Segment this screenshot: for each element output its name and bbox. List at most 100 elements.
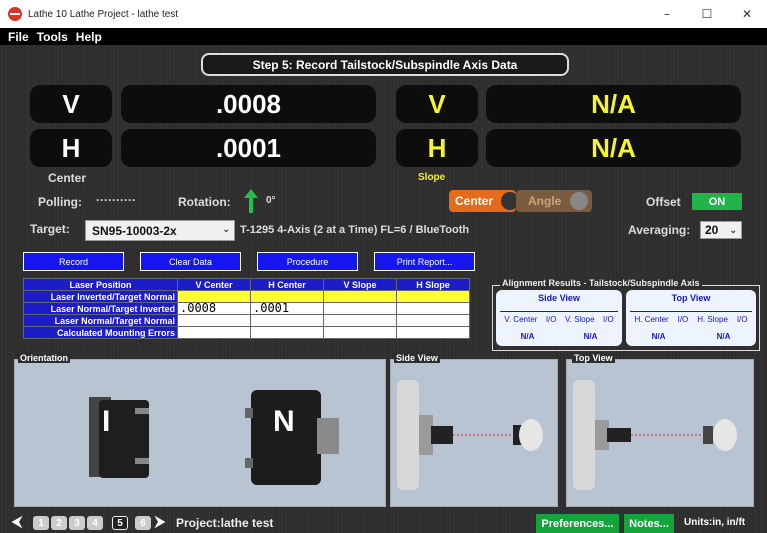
- app-logo-icon: [8, 7, 22, 21]
- angle-toggle-knob: [570, 192, 588, 210]
- minimize-button[interactable]: –: [647, 0, 687, 28]
- back-arrow-icon[interactable]: ⮜: [12, 514, 22, 530]
- record-button[interactable]: Record: [23, 252, 124, 271]
- v-center-label: V: [30, 85, 112, 123]
- menu-tools[interactable]: Tools: [37, 30, 68, 44]
- table-row[interactable]: Calculated Mounting Errors: [23, 326, 470, 339]
- table-header: H Slope: [396, 278, 470, 291]
- h-slope-result: N/A: [716, 332, 731, 341]
- table-cell: [396, 326, 470, 339]
- preferences-button[interactable]: Preferences...: [536, 514, 619, 533]
- column-label: V. Slope: [565, 315, 595, 324]
- chevron-down-icon: ⌄: [222, 224, 230, 234]
- rotation-value: 0°: [266, 195, 276, 206]
- close-button[interactable]: ✕: [727, 0, 767, 28]
- side-view-panel: [390, 359, 558, 507]
- angle-mode-button[interactable]: Angle: [516, 190, 592, 212]
- table-cell: [323, 290, 397, 303]
- side-view-panel-label: Side View: [394, 353, 440, 363]
- window-title: Lathe 10 Lathe Project - lathe test: [28, 8, 179, 20]
- v-slope-label: V: [396, 85, 478, 123]
- top-view-illustration: [573, 380, 737, 490]
- table-row-label: Calculated Mounting Errors: [23, 326, 178, 339]
- averaging-select-value: 20: [705, 223, 719, 237]
- table-header: V Center: [177, 278, 251, 291]
- table-row[interactable]: Laser Normal/Target Inverted .0008 .0001: [23, 302, 470, 315]
- step-2-button[interactable]: 2: [51, 516, 67, 530]
- table-cell: [396, 302, 470, 315]
- target-select[interactable]: SN95-10003-2x ⌄: [85, 220, 235, 241]
- offset-toggle[interactable]: ON: [692, 193, 742, 210]
- center-mode-label: Center: [455, 194, 494, 208]
- offset-label: Offset: [646, 195, 681, 209]
- column-label: I/O: [603, 315, 614, 324]
- orientation-i-marker: I: [102, 405, 111, 438]
- v-slope-value: N/A: [486, 85, 741, 123]
- step-title: Step 5: Record Tailstock/Subspindle Axis…: [201, 53, 569, 76]
- averaging-select[interactable]: 20 ⌄: [700, 221, 742, 239]
- table-cell: [323, 326, 397, 339]
- step-6-button[interactable]: 6: [135, 516, 151, 530]
- table-cell: [396, 314, 470, 327]
- center-caption: Center: [48, 171, 87, 185]
- target-description: T-1295 4-Axis (2 at a Time) FL=6 / BlueT…: [240, 224, 470, 236]
- orientation-panel-label: Orientation: [18, 353, 71, 363]
- h-slope-label: H: [396, 129, 478, 167]
- angle-mode-label: Angle: [528, 194, 562, 208]
- h-center-value: .0001: [121, 129, 376, 167]
- table-row[interactable]: Laser Inverted/Target Normal: [23, 290, 470, 303]
- rotation-up-arrow-icon: [244, 189, 258, 213]
- h-center-result: N/A: [651, 332, 666, 341]
- table-header: H Center: [250, 278, 324, 291]
- step-1-button[interactable]: 1: [33, 516, 49, 530]
- table-row-label: Laser Inverted/Target Normal: [23, 290, 178, 303]
- slope-caption: Slope: [418, 172, 446, 183]
- column-label: H. Slope: [697, 315, 728, 324]
- notes-button[interactable]: Notes...: [624, 514, 674, 533]
- center-mode-button[interactable]: Center: [449, 190, 519, 212]
- h-slope-value: N/A: [486, 129, 741, 167]
- table-cell: [177, 314, 251, 327]
- h-center-label: H: [30, 129, 112, 167]
- maximize-button[interactable]: ☐: [687, 0, 727, 28]
- laser-position-table: Laser Position V Center H Center V Slope…: [23, 278, 470, 339]
- table-cell: [323, 302, 397, 315]
- menu-help[interactable]: Help: [76, 30, 102, 44]
- column-label: I/O: [736, 315, 748, 324]
- top-view-panel-label: Top View: [572, 353, 615, 363]
- procedure-button[interactable]: Procedure: [257, 252, 358, 271]
- table-cell: .0001: [250, 302, 324, 315]
- table-row-label: Laser Normal/Target Normal: [23, 314, 178, 327]
- polling-label: Polling:: [38, 195, 82, 209]
- chevron-down-icon: ⌄: [729, 225, 737, 235]
- v-slope-result: N/A: [583, 332, 598, 341]
- menu-file[interactable]: File: [8, 30, 29, 44]
- top-view-panel: [566, 359, 754, 507]
- table-cell: .0008: [177, 302, 251, 315]
- table-cell: [250, 326, 324, 339]
- orientation-illustration: [89, 390, 339, 485]
- target-label: Target:: [30, 222, 70, 236]
- side-view-results: Side View V. Center I/O V. Slope I/O N/A…: [496, 290, 622, 346]
- column-label: I/O: [677, 315, 689, 324]
- step-5-button[interactable]: 5: [112, 516, 128, 530]
- top-view-results-title: Top View: [671, 293, 711, 303]
- v-center-value: .0008: [121, 85, 376, 123]
- table-cell: [250, 314, 324, 327]
- top-view-results: Top View H. Center I/O H. Slope I/O N/A …: [626, 290, 756, 346]
- column-label: H. Center: [634, 315, 669, 324]
- step-3-button[interactable]: 3: [69, 516, 85, 530]
- forward-arrow-icon[interactable]: ⮞: [155, 514, 165, 530]
- clear-data-button[interactable]: Clear Data: [140, 252, 241, 271]
- column-label: V. Center: [504, 315, 538, 324]
- step-4-button[interactable]: 4: [87, 516, 103, 530]
- side-view-results-title: Side View: [538, 293, 580, 303]
- print-report-button[interactable]: Print Report...: [374, 252, 475, 271]
- orientation-n-marker: N: [273, 405, 295, 438]
- table-header: Laser Position: [23, 278, 178, 291]
- main-panel: Step 5: Record Tailstock/Subspindle Axis…: [0, 45, 767, 533]
- table-row[interactable]: Laser Normal/Target Normal: [23, 314, 470, 327]
- menu-bar: File Tools Help: [0, 28, 767, 45]
- table-cell: [177, 326, 251, 339]
- v-center-result: N/A: [520, 332, 535, 341]
